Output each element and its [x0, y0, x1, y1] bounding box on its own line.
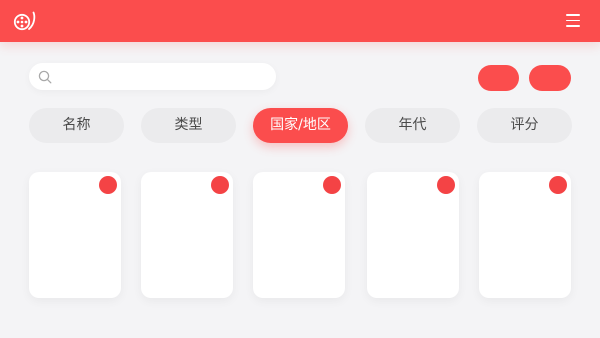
movie-card[interactable]	[29, 172, 121, 298]
badge-dot	[549, 176, 567, 194]
tab-genre[interactable]: 类型	[141, 108, 236, 143]
action-button-2[interactable]	[529, 65, 571, 91]
movie-card[interactable]	[479, 172, 571, 298]
app-root: 名称 类型 国家/地区 年代 评分	[0, 0, 600, 338]
header-bar	[0, 0, 600, 42]
hamburger-menu-icon[interactable]	[566, 14, 580, 28]
search-icon	[38, 70, 52, 84]
movie-card[interactable]	[253, 172, 345, 298]
movie-card[interactable]	[367, 172, 459, 298]
tab-rating[interactable]: 评分	[477, 108, 572, 143]
tab-year[interactable]: 年代	[365, 108, 460, 143]
action-button-1[interactable]	[478, 65, 519, 91]
card-grid	[29, 172, 573, 298]
movie-card[interactable]	[141, 172, 233, 298]
badge-dot	[323, 176, 341, 194]
search-input[interactable]	[57, 67, 267, 86]
badge-dot	[99, 176, 117, 194]
tab-name[interactable]: 名称	[29, 108, 124, 143]
search-box[interactable]	[29, 63, 276, 90]
tab-country-region[interactable]: 国家/地区	[253, 108, 348, 143]
film-reel-logo-icon[interactable]	[13, 10, 41, 32]
filter-tabs: 名称 类型 国家/地区 年代 评分	[29, 108, 573, 143]
badge-dot	[211, 176, 229, 194]
badge-dot	[437, 176, 455, 194]
